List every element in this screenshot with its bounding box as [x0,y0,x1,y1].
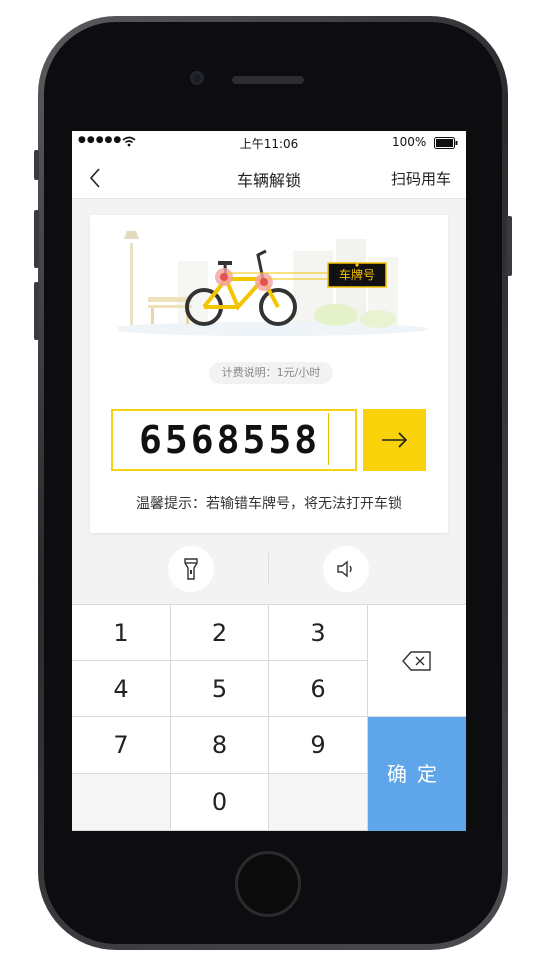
backspace-icon [402,651,431,671]
key-blank [72,774,171,831]
tool-divider [268,553,269,585]
volume-down-button [34,282,39,340]
nav-bar: 车辆解锁 扫码用车 [72,155,466,199]
submit-button[interactable] [363,409,426,471]
earpiece-speaker [232,76,304,84]
key-4[interactable]: 4 [72,661,171,717]
screen: ●●●●● 上午11:06 100% 车辆解锁 扫码用车 车牌号 计费说明：1元… [72,131,466,831]
fee-info: 计费说明：1元/小时 [209,362,333,384]
flashlight-icon [184,558,198,580]
key-0[interactable]: 0 [171,774,269,831]
warning-tip: 温馨提示：若输错车牌号，将无法打开车锁 [136,496,402,512]
plate-number-value: 6568558 [139,418,321,462]
battery-percent: 100% [392,135,427,149]
scan-to-ride-button[interactable]: 扫码用车 [391,168,451,189]
numeric-keypad: 1 2 3 4 5 6 7 8 9 0 确定 [72,604,466,831]
power-button [507,216,512,276]
text-cursor [328,413,329,465]
key-9[interactable]: 9 [269,717,368,774]
unlock-card: 车牌号 计费说明：1元/小时 6568558 温馨提示：若输错车牌号，将无法打开… [90,215,448,533]
arrow-right-icon [382,432,408,448]
front-camera [190,71,204,85]
plate-number-input[interactable]: 6568558 [111,409,357,471]
status-bar: ●●●●● 上午11:06 100% [72,131,466,155]
speaker-icon [337,560,352,578]
sound-button[interactable] [323,546,369,592]
key-2[interactable]: 2 [171,604,269,661]
key-5[interactable]: 5 [171,661,269,717]
key-3[interactable]: 3 [269,604,368,661]
key-1[interactable]: 1 [72,604,171,661]
delete-key[interactable] [368,604,466,717]
volume-up-button [34,210,39,268]
battery-icon [434,137,458,152]
mute-switch [34,150,39,180]
key-blank-right [269,774,368,831]
key-8[interactable]: 8 [171,717,269,774]
flashlight-button[interactable] [168,546,214,592]
key-7[interactable]: 7 [72,717,171,774]
home-button[interactable] [235,851,301,917]
key-6[interactable]: 6 [269,661,368,717]
confirm-button[interactable]: 确定 [368,717,466,831]
plate-sign-label: 车牌号 [338,268,375,282]
